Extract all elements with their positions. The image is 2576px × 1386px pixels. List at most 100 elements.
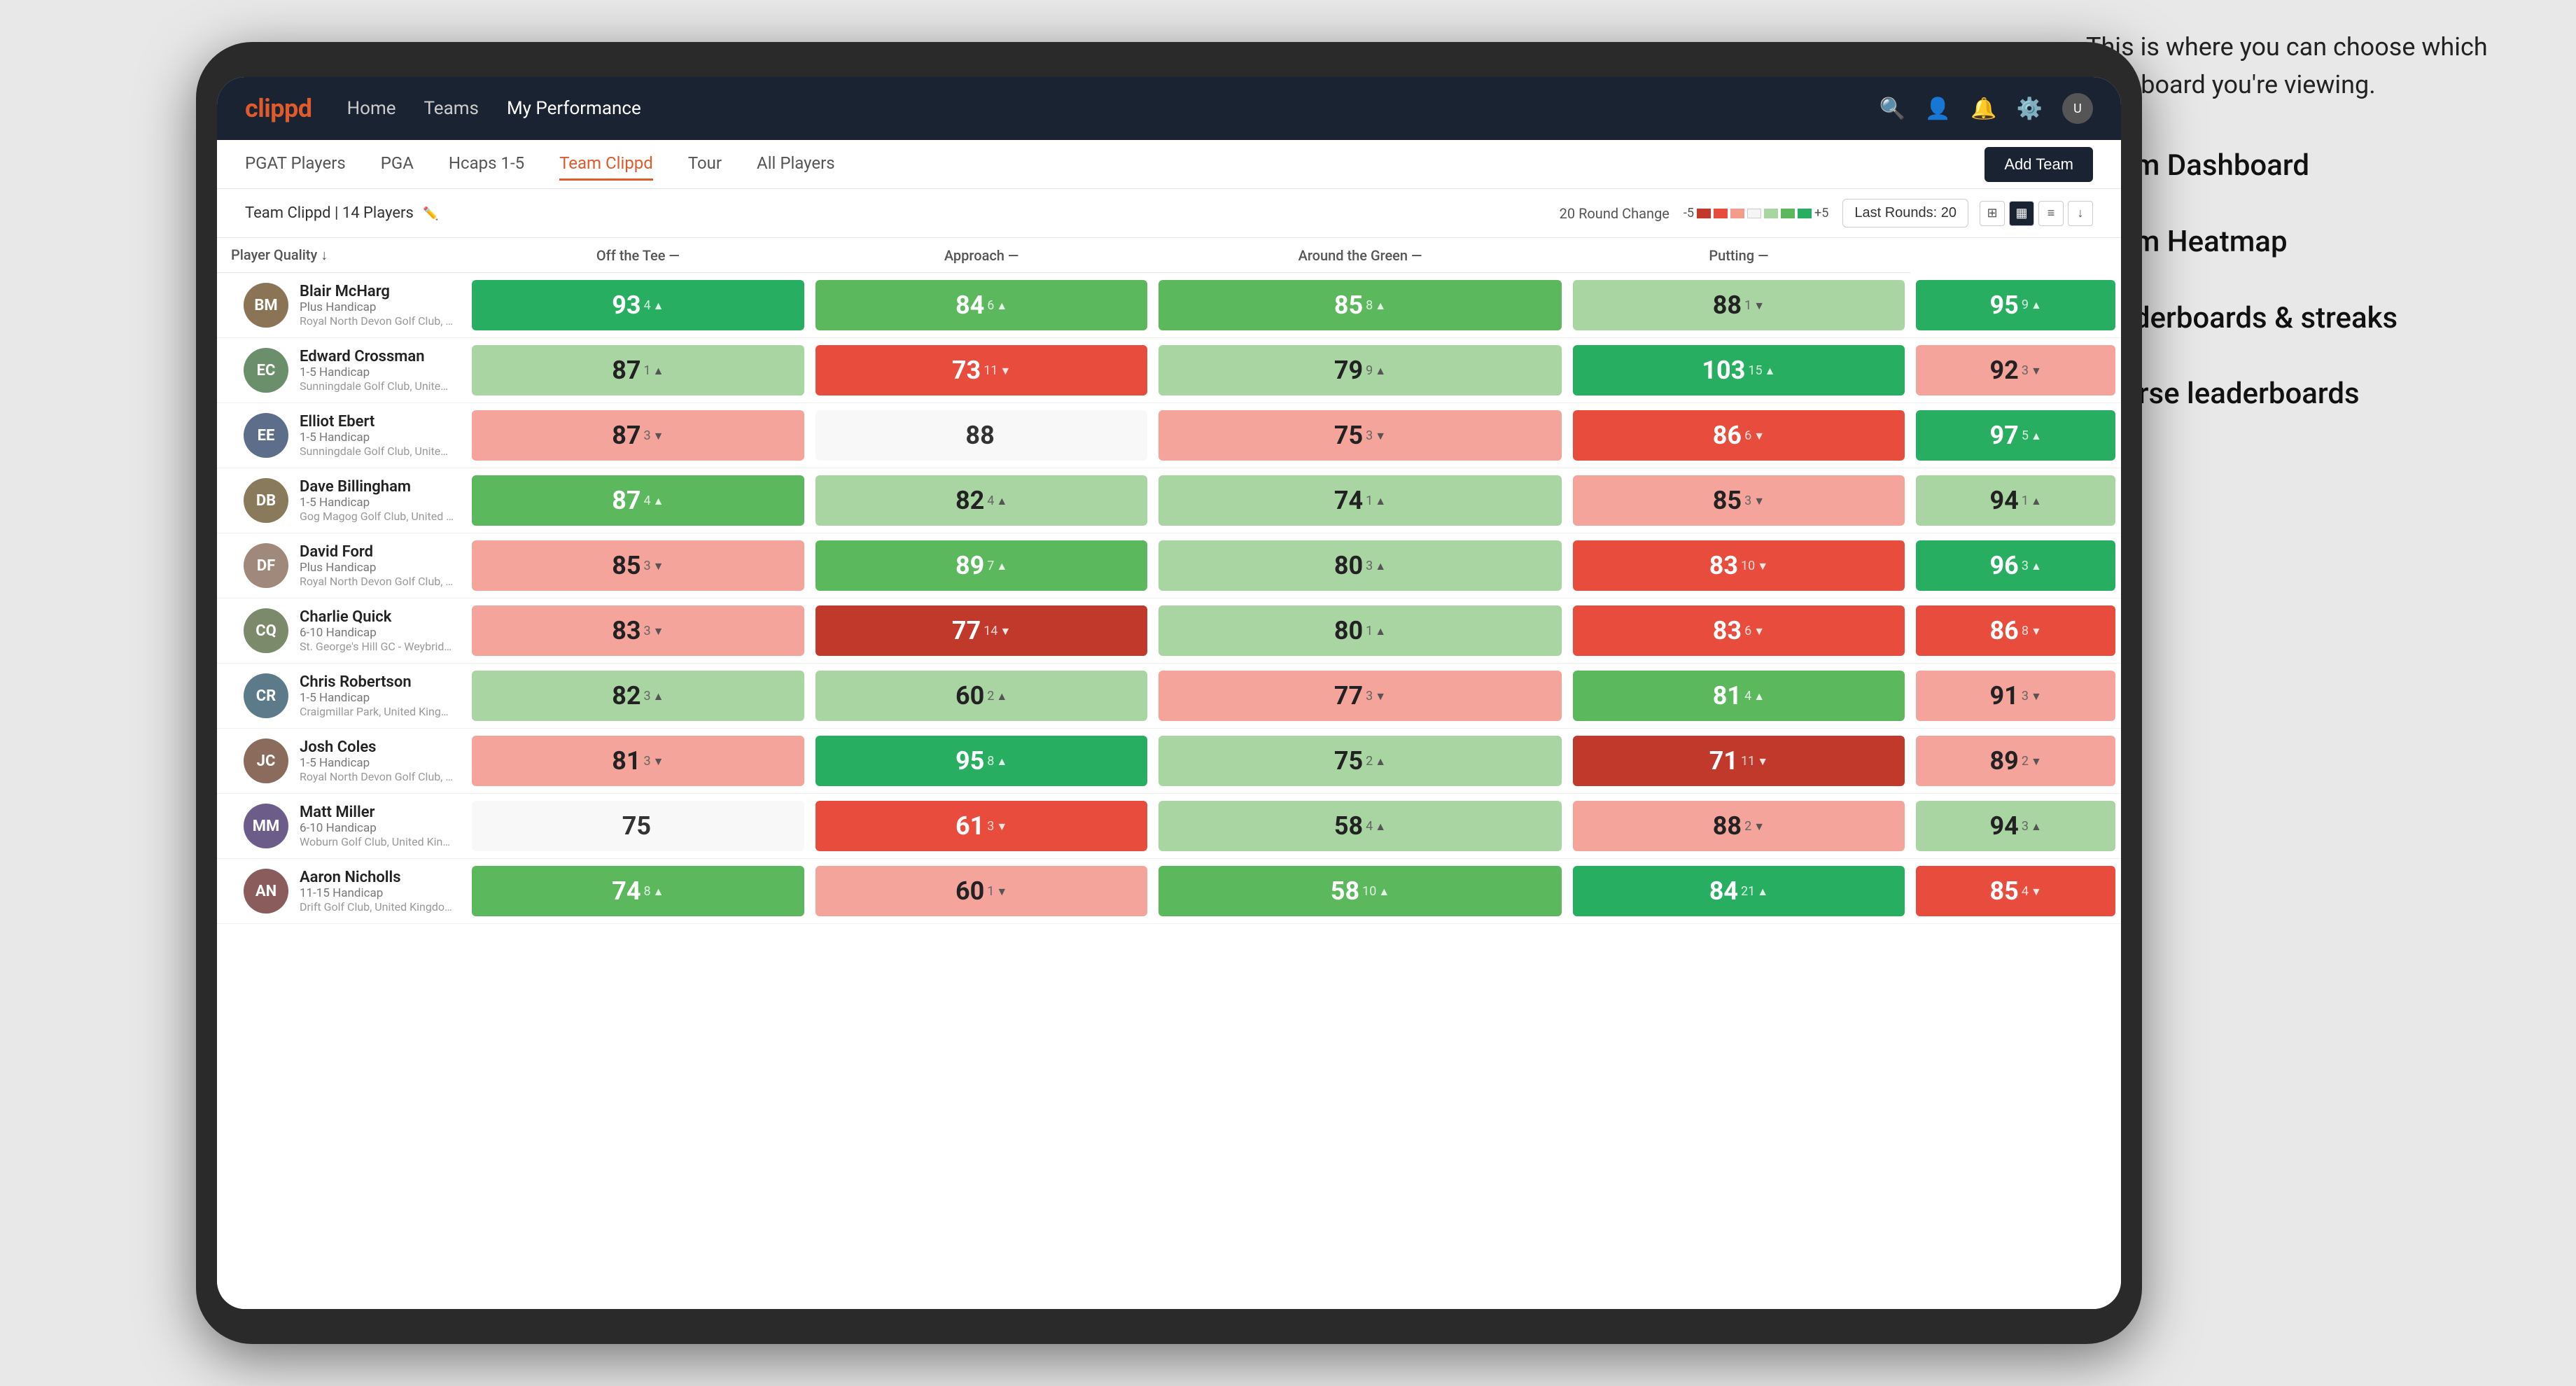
edit-icon[interactable]: ✏️ xyxy=(423,206,438,221)
player-handicap: 6-10 Handicap xyxy=(300,626,454,640)
player-club: Royal North Devon Golf Club, United King… xyxy=(300,575,454,588)
table-row[interactable]: JC Josh Coles 1-5 Handicap Royal North D… xyxy=(217,729,2121,794)
player-cell: EE Elliot Ebert 1-5 Handicap Sunningdale… xyxy=(217,403,466,468)
metric-cell: 82 3▲ xyxy=(466,664,810,729)
player-handicap: Plus Handicap xyxy=(300,561,454,575)
sub-nav-hcaps[interactable]: Hcaps 1-5 xyxy=(449,148,524,181)
heatmap-view-button[interactable]: ▦ xyxy=(2009,201,2034,226)
metric-cell: 79 9▲ xyxy=(1153,338,1567,403)
table-row[interactable]: DB Dave Billingham 1-5 Handicap Gog Mago… xyxy=(217,468,2121,533)
table-row[interactable]: CR Chris Robertson 1-5 Handicap Craigmil… xyxy=(217,664,2121,729)
player-info: David Ford Plus Handicap Royal North Dev… xyxy=(300,543,454,588)
metric-cell: 94 3▲ xyxy=(1910,794,2121,859)
add-team-button[interactable]: Add Team xyxy=(1984,147,2093,182)
metric-cell: 93 4▲ xyxy=(466,273,810,338)
table-row[interactable]: EE Elliot Ebert 1-5 Handicap Sunningdale… xyxy=(217,403,2121,468)
table-row[interactable]: EC Edward Crossman 1-5 Handicap Sunningd… xyxy=(217,338,2121,403)
user-icon[interactable]: 👤 xyxy=(1925,97,1951,121)
metric-cell: 103 15▲ xyxy=(1567,338,1911,403)
player-club: Sunningdale Golf Club, United Kingdom xyxy=(300,379,454,393)
sub-nav-pga[interactable]: PGA xyxy=(381,148,414,181)
metric-cell: 89 2▼ xyxy=(1910,729,2121,794)
metric-cell: 87 3▼ xyxy=(466,403,810,468)
player-avatar: AN xyxy=(244,869,288,913)
col-player-quality[interactable]: Player Quality ↓ xyxy=(217,238,466,273)
player-club: Woburn Golf Club, United Kingdom xyxy=(300,835,454,848)
metric-cell: 94 1▲ xyxy=(1910,468,2121,533)
metric-cell: 74 1▲ xyxy=(1153,468,1567,533)
annotation-item-4: Course leaderboards xyxy=(2086,374,2562,415)
sub-nav-team-clippd[interactable]: Team Clippd xyxy=(559,148,653,181)
metric-cell: 75 3▼ xyxy=(1153,403,1567,468)
player-info: Edward Crossman 1-5 Handicap Sunningdale… xyxy=(300,348,454,393)
sub-nav-all-players[interactable]: All Players xyxy=(757,148,835,181)
player-avatar: DB xyxy=(244,478,288,523)
player-avatar: EC xyxy=(244,348,288,393)
metric-cell: 96 3▲ xyxy=(1910,533,2121,598)
metric-cell: 71 11▼ xyxy=(1567,729,1911,794)
player-handicap: 1-5 Handicap xyxy=(300,365,454,379)
metric-cell: 84 6▲ xyxy=(810,273,1154,338)
metric-cell: 83 3▼ xyxy=(466,598,810,664)
heatmap-seg-4 xyxy=(1747,209,1761,218)
metric-cell: 61 3▼ xyxy=(810,794,1154,859)
nav-logo: clippd xyxy=(245,94,312,123)
nav-links: Home Teams My Performance xyxy=(347,92,1879,125)
table-row[interactable]: CQ Charlie Quick 6-10 Handicap St. Georg… xyxy=(217,598,2121,664)
player-club: Sunningdale Golf Club, United Kingdom xyxy=(300,444,454,458)
metric-cell: 58 10▲ xyxy=(1153,859,1567,924)
player-info: Josh Coles 1-5 Handicap Royal North Devo… xyxy=(300,738,454,783)
metric-cell: 85 4▼ xyxy=(1910,859,2121,924)
table-row[interactable]: MM Matt Miller 6-10 Handicap Woburn Golf… xyxy=(217,794,2121,859)
table-row[interactable]: DF David Ford Plus Handicap Royal North … xyxy=(217,533,2121,598)
col-approach[interactable]: Approach — xyxy=(810,238,1154,273)
search-icon[interactable]: 🔍 xyxy=(1879,97,1905,121)
heatmap-bar: -5 +5 xyxy=(1684,206,1828,220)
player-handicap: Plus Handicap xyxy=(300,300,454,314)
player-name: Josh Coles xyxy=(300,738,454,756)
nav-link-home[interactable]: Home xyxy=(347,92,396,125)
nav-link-my-performance[interactable]: My Performance xyxy=(507,92,641,125)
heatmap-seg-6 xyxy=(1781,209,1795,218)
settings-icon[interactable]: ⚙️ xyxy=(2017,97,2043,121)
table-row[interactable]: AN Aaron Nicholls 11-15 Handicap Drift G… xyxy=(217,859,2121,924)
metric-cell: 88 xyxy=(810,403,1154,468)
annotation-item-2: Team Heatmap xyxy=(2086,222,2562,263)
grid-view-button[interactable]: ⊞ xyxy=(1980,201,2005,226)
nav-link-teams[interactable]: Teams xyxy=(424,92,479,125)
player-info: Aaron Nicholls 11-15 Handicap Drift Golf… xyxy=(300,869,454,913)
col-putting[interactable]: Putting — xyxy=(1567,238,1911,273)
player-name: Dave Billingham xyxy=(300,478,454,496)
player-handicap: 1-5 Handicap xyxy=(300,691,454,705)
sub-nav-pgat[interactable]: PGAT Players xyxy=(245,148,346,181)
metric-cell: 87 1▲ xyxy=(466,338,810,403)
player-cell: DB Dave Billingham 1-5 Handicap Gog Mago… xyxy=(217,468,466,533)
download-button[interactable]: ↓ xyxy=(2068,201,2093,226)
player-cell: CR Chris Robertson 1-5 Handicap Craigmil… xyxy=(217,664,466,729)
player-info: Blair McHarg Plus Handicap Royal North D… xyxy=(300,283,454,328)
metric-cell: 91 3▼ xyxy=(1910,664,2121,729)
player-club: Drift Golf Club, United Kingdom xyxy=(300,900,454,913)
player-avatar: CR xyxy=(244,673,288,718)
metric-cell: 75 xyxy=(466,794,810,859)
last-rounds-button[interactable]: Last Rounds: 20 xyxy=(1842,199,1968,227)
sub-nav-links: PGAT Players PGA Hcaps 1-5 Team Clippd T… xyxy=(245,148,1984,181)
bell-icon[interactable]: 🔔 xyxy=(1970,97,1996,121)
annotation-area: This is where you can choose which dashb… xyxy=(2086,28,2562,450)
metric-cell: 89 7▲ xyxy=(810,533,1154,598)
table-row[interactable]: BM Blair McHarg Plus Handicap Royal Nort… xyxy=(217,273,2121,338)
heatmap-seg-7 xyxy=(1798,209,1812,218)
metric-cell: 80 1▲ xyxy=(1153,598,1567,664)
heatmap-seg-5 xyxy=(1764,209,1778,218)
avatar[interactable]: U xyxy=(2062,93,2093,124)
sub-nav-tour[interactable]: Tour xyxy=(688,148,722,181)
col-around-green[interactable]: Around the Green — xyxy=(1153,238,1567,273)
col-off-tee[interactable]: Off the Tee — xyxy=(466,238,810,273)
metric-cell: 83 6▼ xyxy=(1567,598,1911,664)
metric-cell: 82 4▲ xyxy=(810,468,1154,533)
metric-cell: 92 3▼ xyxy=(1910,338,2121,403)
list-view-button[interactable]: ≡ xyxy=(2038,201,2064,226)
metric-cell: 81 4▲ xyxy=(1567,664,1911,729)
heatmap-neg-label: -5 xyxy=(1684,206,1694,220)
metric-cell: 88 2▼ xyxy=(1567,794,1911,859)
